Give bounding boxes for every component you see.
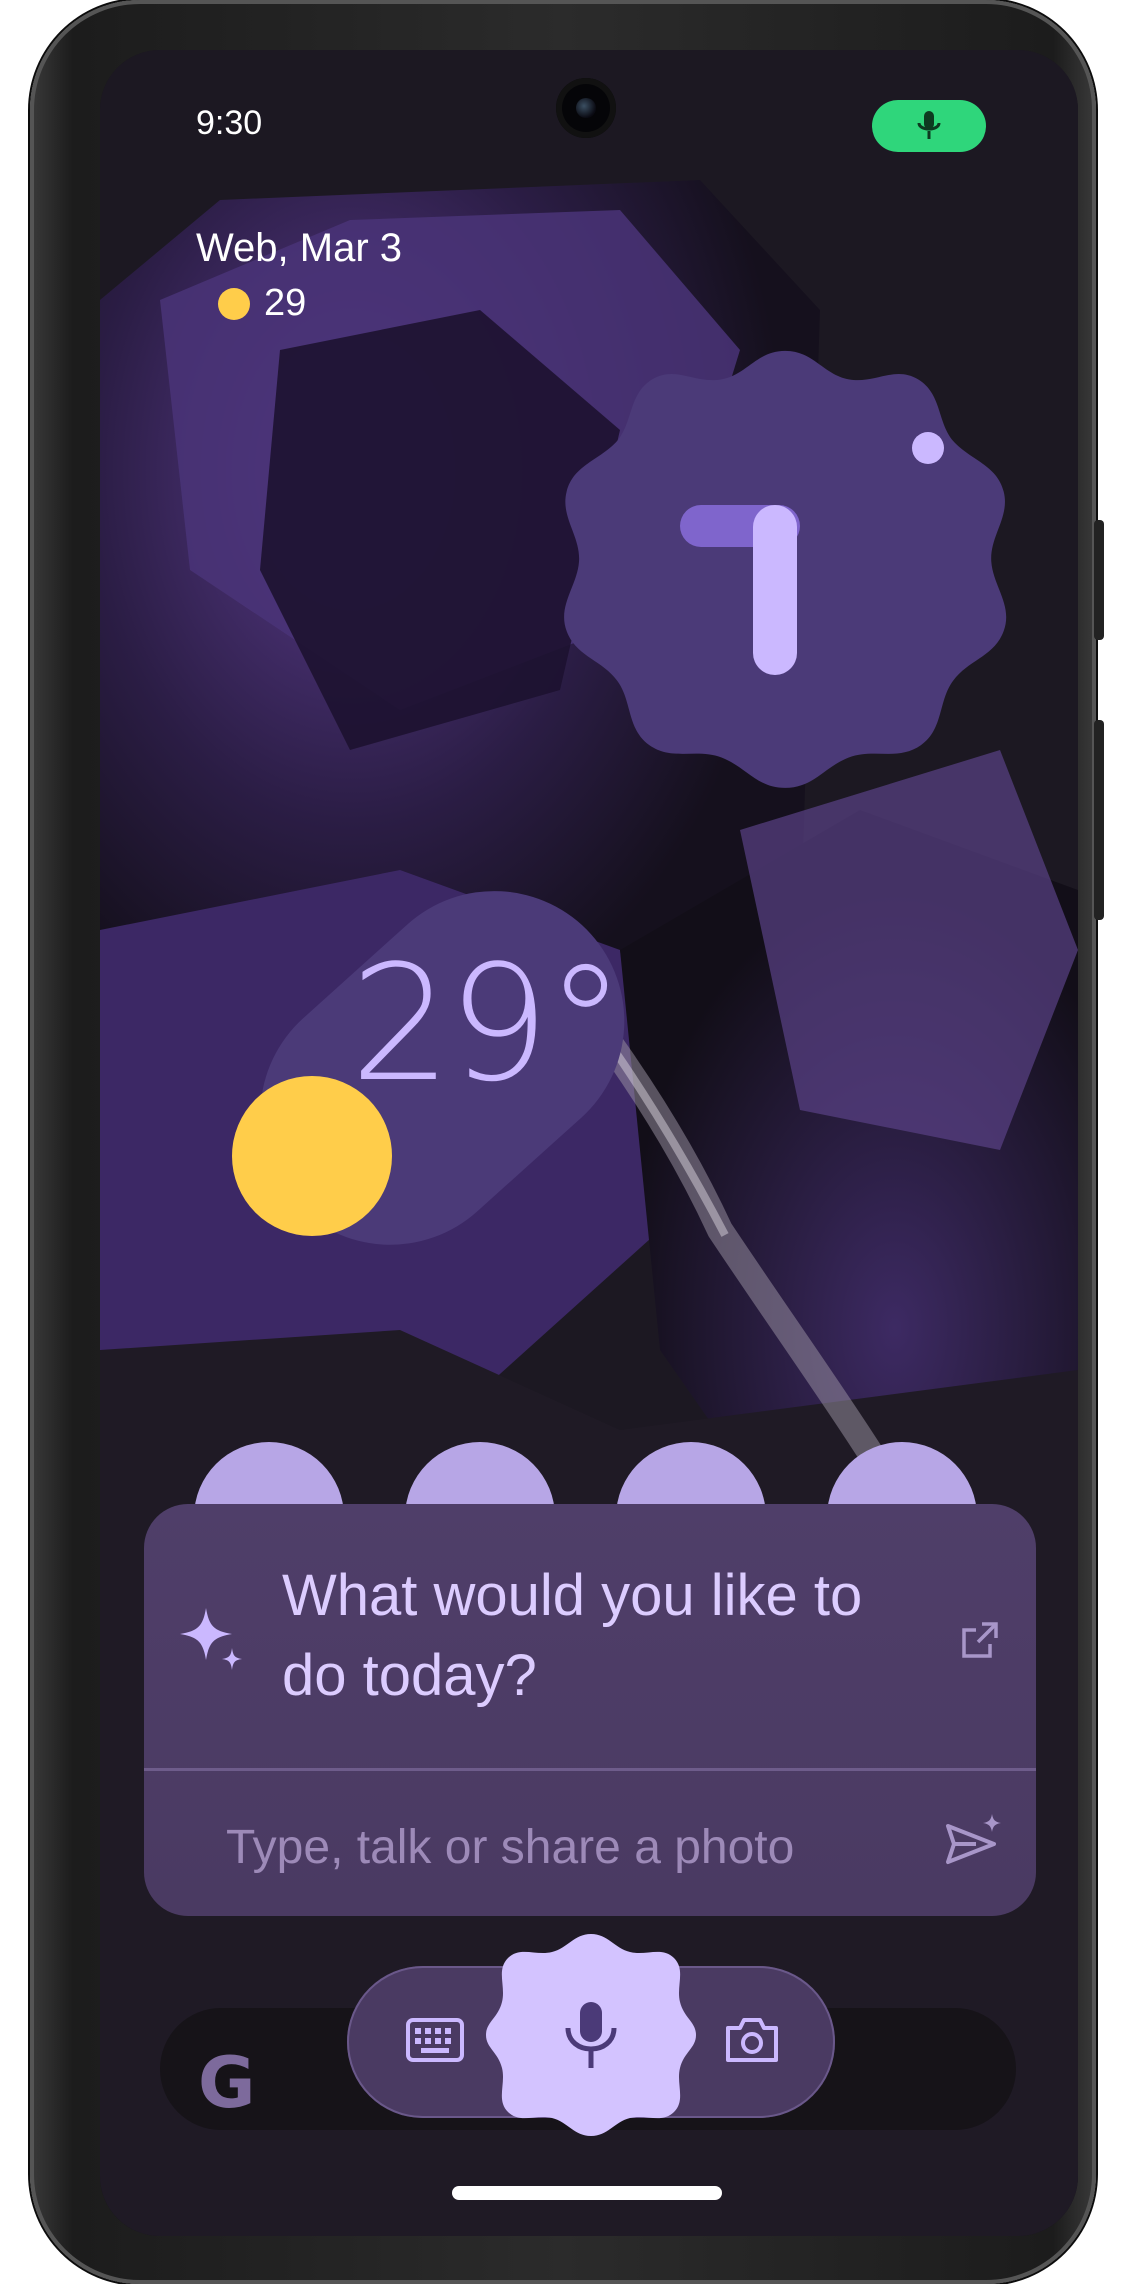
glance-temperature: 29 — [264, 282, 307, 324]
clock-widget[interactable] — [560, 350, 1010, 800]
phone-frame: 9:30 Web, Mar 3 29 29° What would you li… — [30, 0, 1104, 2284]
screen: 9:30 Web, Mar 3 29 29° What would you li… — [100, 50, 1078, 2236]
clock-hour-hand — [753, 505, 797, 675]
sun-icon — [218, 287, 250, 320]
status-time: 9:30 — [196, 104, 263, 142]
sparkle-icon — [180, 1608, 242, 1670]
google-logo: G — [198, 2042, 256, 2124]
camera-icon[interactable] — [724, 2016, 780, 2064]
clock-dot — [912, 432, 944, 464]
gesture-navigation-bar[interactable] — [452, 2186, 722, 2200]
mic-button[interactable] — [486, 1930, 696, 2140]
assistant-input[interactable]: Type, talk or share a photo — [226, 1820, 794, 1875]
glance-date[interactable]: Web, Mar 3 — [196, 226, 402, 271]
open-in-new-icon[interactable] — [960, 1620, 1000, 1660]
front-camera — [556, 78, 616, 138]
volume-button — [1094, 720, 1104, 920]
weather-temperature: 29° — [350, 930, 626, 1117]
assistant-prompt: What would you like to do today? — [282, 1563, 863, 1708]
power-button — [1094, 520, 1104, 640]
glance-weather[interactable]: 29 — [218, 282, 306, 325]
assistant-divider — [144, 1768, 1036, 1771]
mic-icon — [917, 111, 941, 139]
mic-in-use-indicator[interactable] — [872, 100, 986, 152]
send-icon[interactable] — [944, 1812, 1004, 1868]
keyboard-icon[interactable] — [406, 2018, 464, 2062]
assistant-overlay: What would you like to do today? Type, t… — [144, 1504, 1036, 1916]
